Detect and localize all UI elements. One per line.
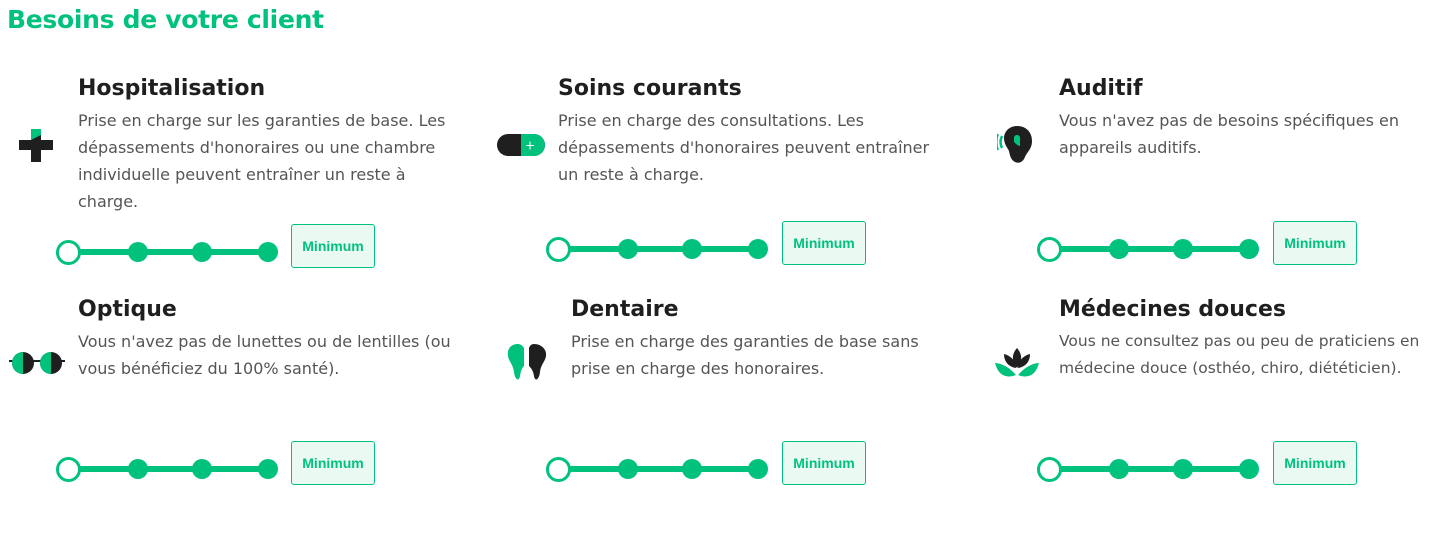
svg-text:+: + xyxy=(525,139,535,153)
slider-step[interactable] xyxy=(128,242,148,262)
slider-step[interactable] xyxy=(618,239,638,259)
need-card-soins-courants: Soins courants Prise en charge des consu… xyxy=(558,76,948,196)
slider-track xyxy=(558,246,754,252)
card-title: Auditif xyxy=(1059,76,1143,101)
level-button-soins-courants[interactable]: Minimum xyxy=(782,221,866,265)
slider-step[interactable] xyxy=(748,459,768,479)
slider-step[interactable] xyxy=(618,459,638,479)
slider-handle[interactable] xyxy=(56,240,81,265)
slider-handle[interactable] xyxy=(1037,457,1062,482)
level-slider-hospitalisation[interactable] xyxy=(56,235,278,269)
glasses-icon xyxy=(7,349,67,381)
tooth-icon xyxy=(506,342,550,388)
card-description: Vous ne consultez pas ou peu de praticie… xyxy=(1059,332,1420,377)
card-description: Prise en charge sur les garanties de bas… xyxy=(78,111,446,211)
need-card-dentaire: Dentaire Prise en charge des garanties d… xyxy=(571,297,961,397)
slider-step[interactable] xyxy=(1239,459,1259,479)
page-title: Besoins de votre client xyxy=(7,5,324,34)
slider-step[interactable] xyxy=(1109,239,1129,259)
lotus-icon xyxy=(994,346,1040,386)
card-title: Hospitalisation xyxy=(78,76,266,101)
slider-track xyxy=(558,466,754,472)
slider-track xyxy=(1049,246,1245,252)
slider-handle[interactable] xyxy=(546,237,571,262)
card-title: Optique xyxy=(78,297,177,322)
need-card-auditif: Auditif Vous n'avez pas de besoins spéci… xyxy=(1059,76,1449,176)
slider-step[interactable] xyxy=(192,459,212,479)
level-slider-medecines-douces[interactable] xyxy=(1037,452,1259,486)
card-title: Dentaire xyxy=(571,297,679,322)
level-slider-auditif[interactable] xyxy=(1037,232,1259,266)
slider-step[interactable] xyxy=(258,459,278,479)
level-button-optique[interactable]: Minimum xyxy=(291,441,375,485)
level-button-auditif[interactable]: Minimum xyxy=(1273,221,1357,265)
slider-step[interactable] xyxy=(748,239,768,259)
slider-track xyxy=(68,466,264,472)
slider-step[interactable] xyxy=(1173,239,1193,259)
need-card-hospitalisation: Hospitalisation Prise en charge sur les … xyxy=(78,76,468,216)
slider-step[interactable] xyxy=(192,242,212,262)
slider-handle[interactable] xyxy=(546,457,571,482)
level-button-dentaire[interactable]: Minimum xyxy=(782,441,866,485)
card-description: Vous n'avez pas de besoins spécifiques e… xyxy=(1059,111,1399,157)
slider-handle[interactable] xyxy=(1037,237,1062,262)
ear-icon xyxy=(995,122,1037,170)
level-slider-optique[interactable] xyxy=(56,452,278,486)
level-button-medecines-douces[interactable]: Minimum xyxy=(1273,441,1357,485)
need-card-optique: Optique Vous n'avez pas de lunettes ou d… xyxy=(78,297,478,397)
level-slider-dentaire[interactable] xyxy=(546,452,768,486)
slider-step[interactable] xyxy=(682,459,702,479)
slider-track xyxy=(1049,466,1245,472)
level-button-hospitalisation[interactable]: Minimum xyxy=(291,224,375,268)
card-description: Prise en charge des garanties de base sa… xyxy=(571,332,919,378)
card-description: Prise en charge des consultations. Les d… xyxy=(558,111,930,184)
slider-step[interactable] xyxy=(1239,239,1259,259)
slider-step[interactable] xyxy=(258,242,278,262)
pill-capsule-icon: + xyxy=(496,132,546,162)
card-title: Soins courants xyxy=(558,76,742,101)
need-card-medecines-douces: Médecines douces Vous ne consultez pas o… xyxy=(1059,297,1451,397)
slider-step[interactable] xyxy=(682,239,702,259)
medical-cross-icon xyxy=(17,126,57,170)
slider-step[interactable] xyxy=(1109,459,1129,479)
slider-track xyxy=(68,249,264,255)
slider-step[interactable] xyxy=(1173,459,1193,479)
card-description: Vous n'avez pas de lunettes ou de lentil… xyxy=(78,332,451,378)
client-needs-panel: Besoins de votre client Hospitalisation … xyxy=(0,0,1454,533)
slider-handle[interactable] xyxy=(56,457,81,482)
card-title: Médecines douces xyxy=(1059,297,1286,322)
level-slider-soins-courants[interactable] xyxy=(546,232,768,266)
slider-step[interactable] xyxy=(128,459,148,479)
